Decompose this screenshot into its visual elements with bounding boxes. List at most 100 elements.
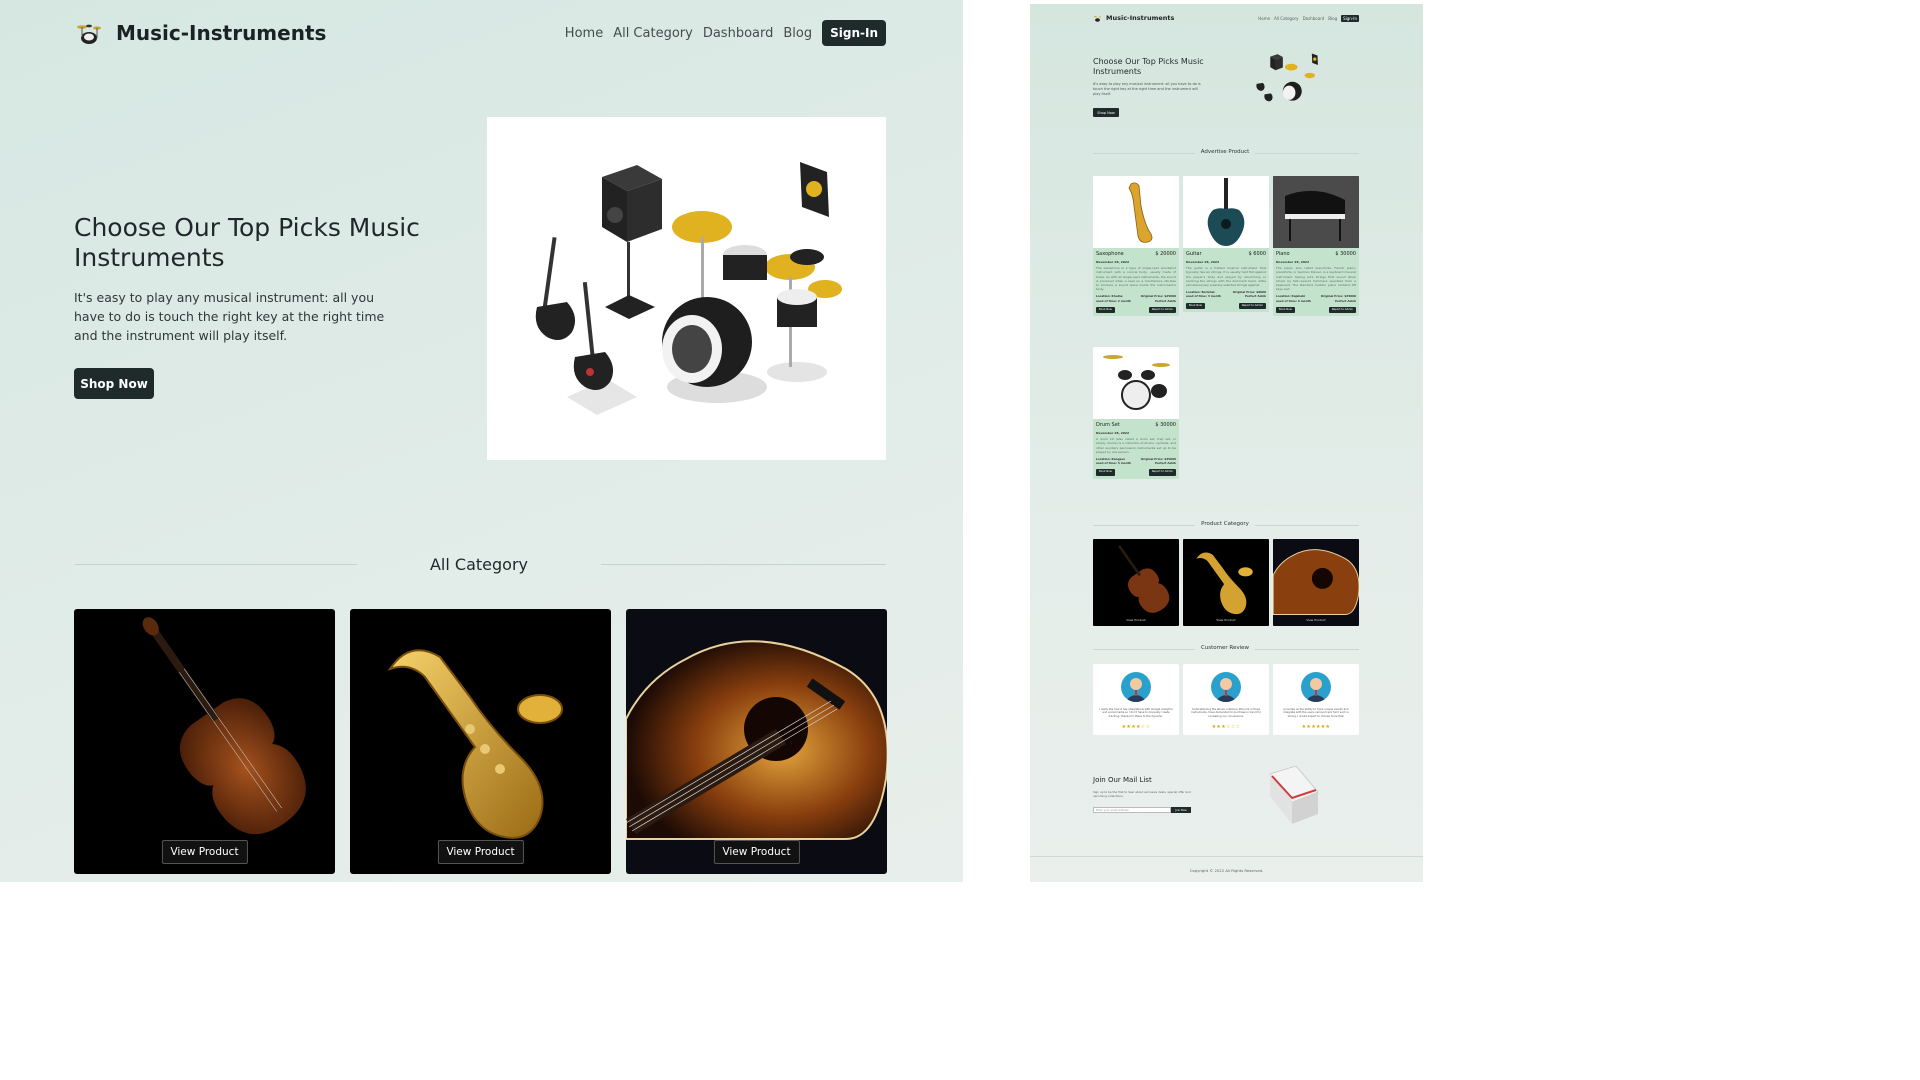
- nav-home-link[interactable]: Home: [565, 26, 603, 41]
- thumb-product-card-piano: Piano $ 30000 November 28, 2022 The piano…: [1273, 176, 1359, 317]
- product-used-time: used of time: 6 month: [1276, 298, 1311, 303]
- category-card-violin[interactable]: View Product: [74, 609, 335, 874]
- category-card-saxophone[interactable]: View Product: [350, 609, 611, 874]
- shop-now-button[interactable]: Shop Now: [74, 368, 154, 399]
- product-description: The saxophone is a type of single-reed w…: [1096, 266, 1176, 292]
- report-to-admin-button: Report to Admin: [1238, 302, 1266, 309]
- thumb-divider: [1255, 649, 1359, 650]
- thumb-drum-set-image: [1093, 347, 1179, 419]
- all-category-title: All Category: [429, 555, 528, 574]
- thumb-hero-illustration: [1246, 44, 1330, 116]
- section-divider-left: [74, 564, 357, 565]
- thumb-category-card-guitar: View Product: [1273, 539, 1359, 626]
- drum-logo-icon: [1093, 15, 1102, 22]
- thumb-footer-divider: [1030, 856, 1423, 857]
- rating-stars: ★★★★★★: [1301, 724, 1331, 730]
- product-used-time: used of time: 5 month: [1096, 461, 1131, 466]
- thumb-review-title: Customer Review: [1200, 645, 1250, 651]
- drum-logo-icon[interactable]: [74, 18, 104, 48]
- product-date: November 28, 2022: [1096, 431, 1130, 435]
- product-price: $ 6000: [1248, 251, 1267, 257]
- thumb-mail-text: Sign up to be the first to hear about ex…: [1093, 790, 1191, 798]
- user-avatar-icon: [1211, 672, 1241, 702]
- full-page-thumbnail: Music-Instruments Home All Category Dash…: [1030, 4, 1423, 882]
- mail-envelope-icon: [1266, 764, 1322, 830]
- thumb-divider: [1255, 525, 1359, 526]
- product-seller: Perfect Ashik: [1334, 298, 1356, 303]
- review-text: I really like how it has integrations wi…: [1099, 708, 1173, 718]
- thumb-divider: [1093, 525, 1195, 526]
- thumb-nav-blog: Blog: [1328, 15, 1338, 21]
- thumb-navbar: Music-Instruments Home All Category Dash…: [1093, 13, 1359, 23]
- guitar-image: [626, 640, 887, 840]
- brand-name[interactable]: Music-Instruments: [116, 21, 326, 45]
- user-avatar-icon: [1121, 672, 1151, 702]
- product-date: November 28, 2022: [1096, 260, 1130, 264]
- product-description: The piano, also called pianoforte, Frenc…: [1276, 266, 1356, 292]
- thumb-review-card: provided us the ability to track unique …: [1273, 664, 1359, 735]
- rating-stars: ★★★☆☆☆: [1211, 724, 1241, 730]
- view-product-button[interactable]: View Product: [437, 840, 524, 864]
- product-name: Saxophone: [1096, 251, 1124, 257]
- product-name: Guitar: [1186, 251, 1202, 257]
- review-text: Understanding the above customer lifecyc…: [1191, 708, 1261, 718]
- book-now-button: Book Now: [1096, 469, 1115, 476]
- thumb-nav-dashboard: Dashboard: [1302, 15, 1325, 21]
- thumb-nav-all-category: All Category: [1274, 15, 1299, 21]
- thumb-product-card-drum-set: Drum Set $ 30000 November 28, 2022 A drum…: [1093, 347, 1179, 479]
- thumb-sign-in: Sign-In: [1341, 14, 1359, 22]
- saxophone-image: [387, 649, 563, 839]
- thumb-review-card: Understanding the above customer lifecyc…: [1183, 664, 1269, 735]
- product-seller: Perfect Ashik: [1244, 294, 1266, 299]
- hero-title: Choose Our Top Picks Music Instruments: [74, 213, 420, 272]
- product-name: Drum Set: [1096, 422, 1120, 428]
- thumb-join-now-button: Join Now: [1171, 807, 1191, 813]
- hero-description: It's easy to play any musical instrument…: [74, 290, 385, 343]
- violin-image: [142, 617, 306, 835]
- category-card-guitar[interactable]: View Product: [626, 609, 887, 874]
- thumb-divider: [1255, 153, 1359, 154]
- product-seller: Perfect Ashik: [1154, 461, 1176, 466]
- nav-blog-link[interactable]: Blog: [783, 26, 812, 41]
- thumb-category-card-violin: View Product: [1093, 539, 1179, 626]
- thumb-divider: [1093, 649, 1195, 650]
- view-product-button[interactable]: View Product: [713, 840, 800, 864]
- product-used-time: used of time: 3 month: [1186, 294, 1221, 299]
- thumb-piano-image: [1273, 176, 1359, 248]
- thumb-review-card: I really like how it has integrations wi…: [1093, 664, 1179, 735]
- product-price: $ 30000: [1335, 251, 1356, 257]
- product-date: November 28, 2022: [1186, 260, 1220, 264]
- thumb-footer-copyright: Copyright © 2022 All Rights Reserved.: [1189, 868, 1264, 873]
- user-avatar-icon: [1301, 672, 1331, 702]
- thumb-saxophone-image: [1093, 176, 1179, 248]
- report-to-admin-button: Report to Admin: [1148, 469, 1176, 476]
- thumb-divider: [1093, 153, 1195, 154]
- book-now-button: Book Now: [1096, 306, 1115, 314]
- zoomed-page-view: Music-Instruments Home All Category Dash…: [0, 0, 963, 882]
- nav-all-category-link[interactable]: All Category: [613, 26, 693, 41]
- product-name: Piano: [1276, 251, 1290, 257]
- product-date: November 28, 2022: [1276, 260, 1310, 264]
- product-description: A drum kit (also called a drum set, trap…: [1096, 437, 1176, 454]
- hero-instruments-illustration: [487, 117, 886, 460]
- section-divider-right: [601, 564, 886, 565]
- rating-stars: ★★★★☆☆: [1121, 724, 1151, 730]
- thumb-email-input: Enter your email address: [1093, 807, 1171, 813]
- thumb-mail-title: Join Our Mail List: [1093, 776, 1152, 784]
- thumb-nav-home: Home: [1258, 15, 1271, 21]
- thumb-category-title: Product Category: [1201, 521, 1249, 527]
- thumb-shop-now: Shop Now: [1093, 108, 1119, 117]
- thumb-category-card-saxophone: View Product: [1183, 539, 1269, 626]
- thumb-view-product: View Product: [1306, 618, 1326, 622]
- product-description: The guitar is a fretted musical instrume…: [1186, 266, 1266, 288]
- sign-in-button[interactable]: Sign-In: [822, 20, 886, 46]
- product-price: $ 30000: [1155, 422, 1176, 428]
- product-seller: Perfect Ashik: [1154, 298, 1176, 303]
- view-product-button[interactable]: View Product: [161, 840, 248, 864]
- thumb-product-card-guitar: Guitar $ 6000 November 28, 2022 The guita…: [1183, 176, 1269, 312]
- report-to-admin-button: Report to Admin: [1328, 306, 1356, 314]
- thumb-view-product: View Product: [1126, 618, 1146, 622]
- nav-dashboard-link[interactable]: Dashboard: [703, 26, 774, 41]
- product-used-time: used of time: 2 month: [1096, 298, 1131, 303]
- report-to-admin-button: Report to Admin: [1148, 306, 1176, 314]
